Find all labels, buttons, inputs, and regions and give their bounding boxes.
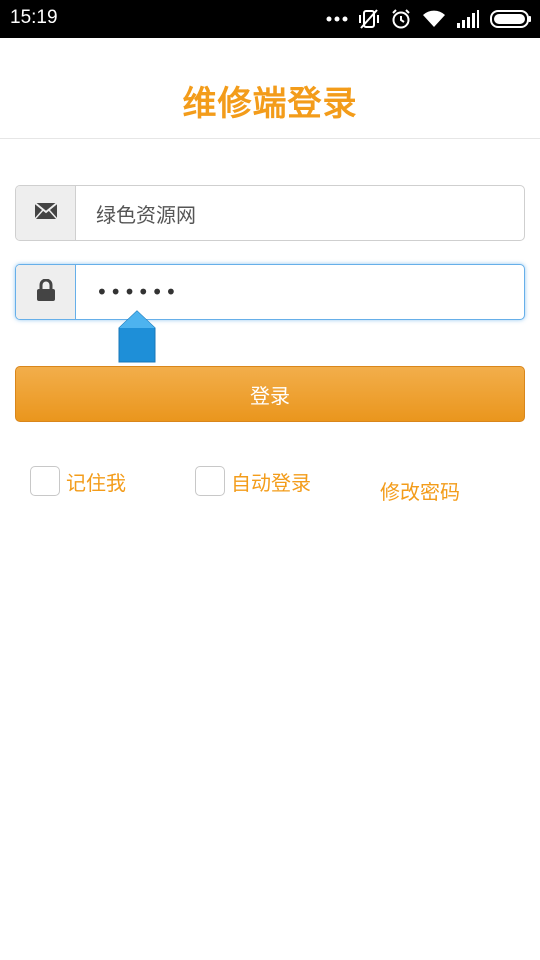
page-title: 维修端登录: [182, 84, 358, 124]
more-dots-icon: [326, 15, 348, 23]
status-time: 15:19: [10, 7, 58, 28]
status-icons: [326, 7, 532, 31]
wifi-icon: [422, 9, 446, 29]
password-input-group[interactable]: ••••••: [15, 264, 525, 320]
remember-me-checkbox[interactable]: [30, 466, 60, 496]
auto-login-checkbox[interactable]: [195, 466, 225, 496]
status-bar: 15:19: [0, 0, 540, 38]
password-addon: [16, 265, 76, 319]
signal-icon: [456, 9, 480, 29]
username-input[interactable]: 绿色资源网: [76, 186, 524, 240]
username-addon: [16, 186, 76, 240]
lock-icon: [36, 278, 56, 305]
remember-me-label[interactable]: 记住我: [66, 467, 126, 496]
battery-icon: [490, 10, 532, 28]
alarm-icon: [390, 8, 412, 30]
auto-login-option[interactable]: 自动登录: [195, 466, 311, 496]
vibrate-off-icon: [358, 8, 380, 30]
remember-me-option[interactable]: 记住我: [30, 466, 126, 496]
username-input-group[interactable]: 绿色资源网: [15, 185, 525, 241]
mail-icon: [33, 202, 58, 223]
change-password-link[interactable]: 修改密码: [380, 476, 460, 505]
login-button[interactable]: 登录: [15, 366, 525, 422]
header: 维修端登录: [0, 38, 540, 139]
auto-login-label[interactable]: 自动登录: [231, 467, 311, 496]
text-cursor-handle[interactable]: [117, 310, 157, 364]
